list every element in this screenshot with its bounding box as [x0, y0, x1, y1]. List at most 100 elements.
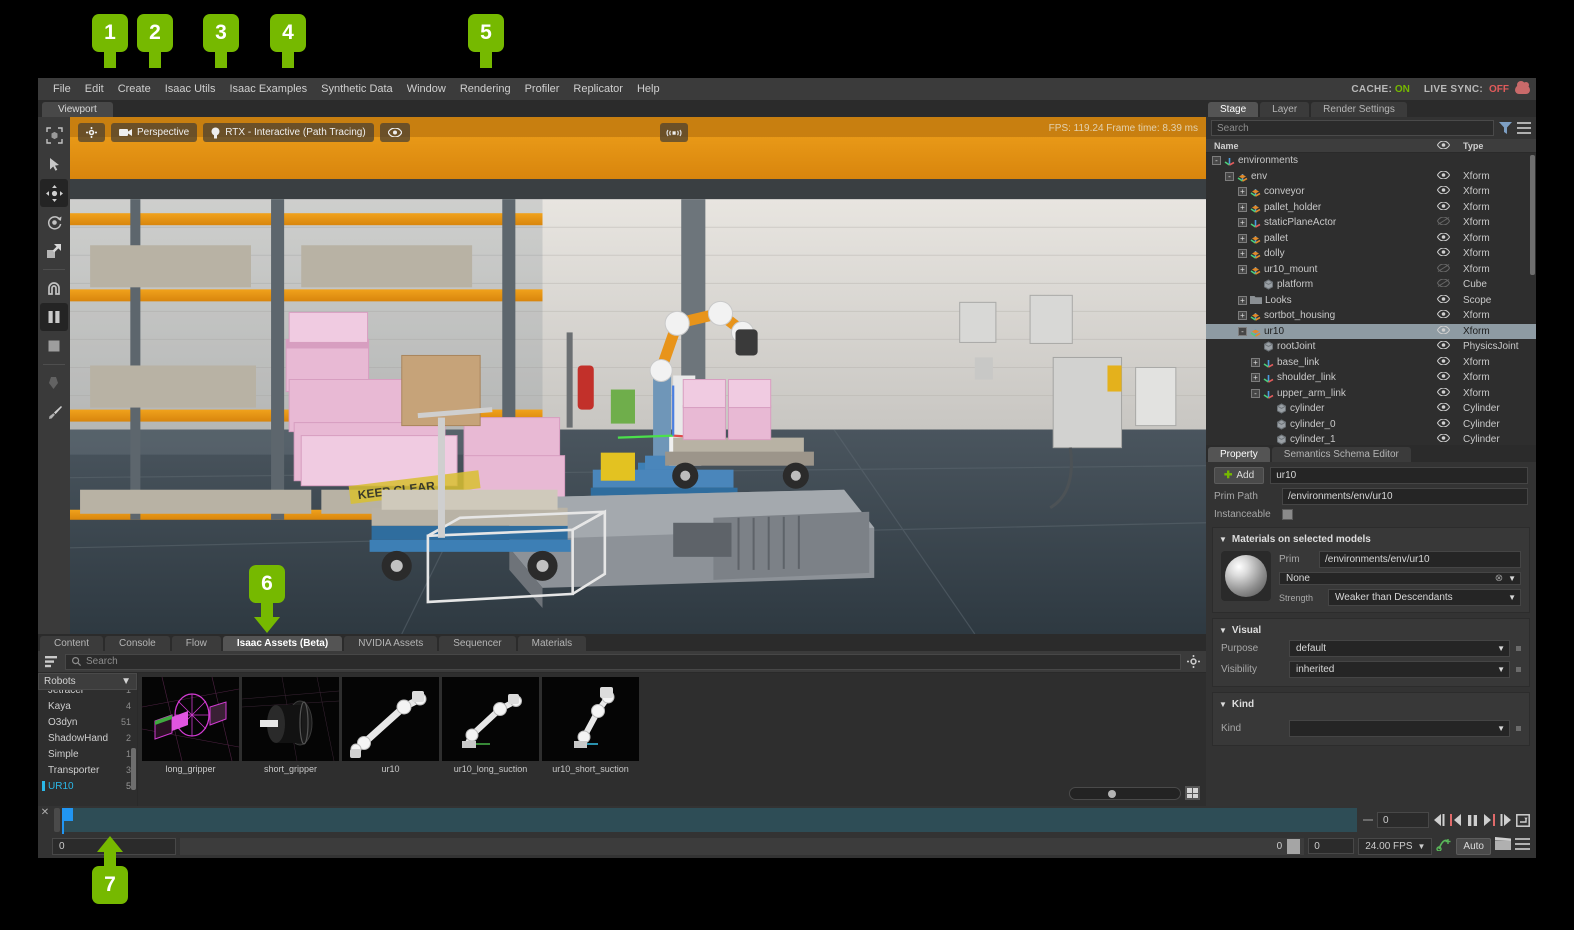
visual-section-header[interactable]: ▼ Visual [1213, 623, 1529, 638]
tree-expander-icon[interactable]: + [1251, 373, 1260, 383]
stage-tree-row-cylinder[interactable]: cylinder Cylinder [1206, 401, 1536, 417]
visibility-reset-marker[interactable] [1516, 667, 1521, 672]
tree-expander-icon[interactable]: + [1238, 233, 1247, 243]
tab-property[interactable]: Property [1208, 447, 1270, 462]
slider-knob[interactable] [1108, 789, 1116, 798]
physics-tool[interactable] [40, 369, 68, 397]
visibility-toggle-icon[interactable] [1428, 340, 1458, 352]
visibility-toggle-icon[interactable] [1428, 294, 1458, 306]
visibility-toggle-icon[interactable] [1428, 263, 1458, 275]
stage-tree-row-pallet[interactable]: + pallet Xform [1206, 231, 1536, 247]
tree-expander-icon[interactable]: - [1225, 171, 1234, 181]
timeline-close-button[interactable]: ✕ [38, 806, 52, 834]
select-box-tool[interactable] [40, 121, 68, 149]
current-frame-field[interactable]: 0 [1377, 812, 1429, 828]
category-item-transporter[interactable]: Transporter 3 [38, 762, 137, 778]
rotate-tool[interactable] [40, 208, 68, 236]
tab-semantics-schema-editor[interactable]: Semantics Schema Editor [1271, 447, 1411, 462]
visibility-toggle-icon[interactable] [1428, 201, 1458, 213]
category-item-shadowhand[interactable]: ShadowHand 2 [38, 730, 137, 746]
pause-button[interactable] [40, 303, 68, 331]
stage-tree-row-upper-arm-link[interactable]: - upper_arm_link Xform [1206, 386, 1536, 402]
visibility-select[interactable]: inherited ▼ [1289, 661, 1510, 678]
purpose-select[interactable]: default ▼ [1289, 640, 1510, 657]
menu-item-isaac-utils[interactable]: Isaac Utils [158, 78, 223, 100]
visibility-toggle-icon[interactable] [1428, 278, 1458, 290]
tab-sequencer[interactable]: Sequencer [439, 636, 516, 651]
hamburger-menu-icon[interactable] [1515, 837, 1530, 855]
tree-expander-icon[interactable]: + [1238, 218, 1247, 228]
visibility-toggle-icon[interactable] [1428, 356, 1458, 368]
category-scrollbar[interactable] [131, 748, 136, 790]
tree-scrollbar[interactable] [1530, 155, 1535, 275]
stage-tree[interactable]: - environments - env Xform + conveyor Xform + pal… [1206, 153, 1536, 445]
prim-path-field[interactable]: /environments/env/ur10 [1282, 488, 1528, 505]
category-item-jetracer[interactable]: Jetracer 1 [38, 690, 137, 698]
stage-tree-row-env[interactable]: - env Xform [1206, 169, 1536, 185]
stage-tree-row-platform[interactable]: platform Cube [1206, 277, 1536, 293]
prim-name-field[interactable]: ur10 [1270, 467, 1528, 484]
stop-button[interactable] [40, 332, 68, 360]
tab-viewport[interactable]: Viewport [42, 102, 113, 117]
clapperboard-icon[interactable] [1495, 837, 1511, 855]
visibility-toggle-icon[interactable] [1428, 309, 1458, 321]
jump-to-start-button[interactable] [1450, 814, 1463, 826]
visibility-toggle-icon[interactable] [1428, 247, 1458, 259]
viewport-audio-button[interactable] [660, 123, 688, 142]
tab-stage[interactable]: Stage [1208, 102, 1259, 117]
category-item-ur10[interactable]: UR10 5 [38, 778, 137, 794]
stage-tree-row-base-link[interactable]: + base_link Xform [1206, 355, 1536, 371]
stage-tree-row-dolly[interactable]: + dolly Xform [1206, 246, 1536, 262]
jump-to-end-button[interactable] [1482, 814, 1495, 826]
tab-nvidia-assets[interactable]: NVIDIA Assets [344, 636, 438, 651]
asset-search-input[interactable]: Search [65, 653, 1181, 670]
scale-tool[interactable] [40, 237, 68, 265]
viewport-visibility-button[interactable] [379, 123, 410, 142]
menu-item-edit[interactable]: Edit [78, 78, 111, 100]
asset-item-ur10[interactable]: ur10 [342, 677, 439, 777]
stage-tree-row-conveyor[interactable]: + conveyor Xform [1206, 184, 1536, 200]
tree-expander-icon[interactable]: - [1251, 388, 1260, 398]
menu-item-synthetic-data[interactable]: Synthetic Data [314, 78, 400, 100]
clear-icon[interactable]: ⊗ [1495, 573, 1503, 584]
camera-selector-button[interactable]: Perspective [111, 123, 198, 142]
gear-icon[interactable] [1187, 655, 1200, 668]
tab-content[interactable]: Content [40, 636, 104, 651]
viewport-settings-button[interactable] [78, 123, 105, 142]
kind-section-header[interactable]: ▼ Kind [1213, 697, 1529, 712]
timeline-track[interactable] [62, 808, 1357, 834]
filter-list-icon[interactable] [44, 655, 59, 669]
tree-expander-icon[interactable]: + [1238, 264, 1247, 274]
stage-tree-row-environments[interactable]: - environments [1206, 153, 1536, 169]
loop-button[interactable] [1516, 813, 1530, 827]
menu-item-file[interactable]: File [46, 78, 78, 100]
timeline-drag-handle[interactable] [54, 808, 60, 832]
menu-item-isaac-examples[interactable]: Isaac Examples [222, 78, 314, 100]
hamburger-menu-icon[interactable] [1517, 122, 1531, 134]
auto-key-button[interactable]: Auto [1456, 837, 1491, 855]
tree-expander-icon[interactable]: - [1212, 156, 1221, 166]
stage-tree-row-ur10[interactable]: - ur10 Xform [1206, 323, 1536, 339]
thumbnail-size-slider[interactable] [1069, 786, 1181, 800]
category-item-o3dyn[interactable]: O3dyn 51 [38, 714, 137, 730]
visibility-toggle-icon[interactable] [1428, 402, 1458, 414]
stage-tree-row-pallet-holder[interactable]: + pallet_holder Xform [1206, 200, 1536, 216]
timeline-extra-field[interactable]: 0 [1308, 838, 1355, 854]
strength-select[interactable]: Weaker than Descendants ▼ [1328, 589, 1521, 606]
tree-expander-icon[interactable]: + [1238, 249, 1247, 259]
category-item-simple[interactable]: Simple 1 [38, 746, 137, 762]
stage-tree-row-staticplaneactor[interactable]: + staticPlaneActor Xform [1206, 215, 1536, 231]
tab-isaac-assets[interactable]: Isaac Assets (Beta) [222, 636, 343, 651]
asset-item-ur10-short-suction[interactable]: ur10_short_suction [542, 677, 639, 777]
cursor-tool[interactable] [40, 150, 68, 178]
instanceable-checkbox[interactable] [1282, 509, 1293, 520]
add-button[interactable]: ✚ Add [1214, 467, 1265, 484]
tab-console[interactable]: Console [105, 636, 170, 651]
stage-tree-row-sortbot-housing[interactable]: + sortbot_housing Xform [1206, 308, 1536, 324]
kind-reset-marker[interactable] [1516, 726, 1521, 731]
visibility-toggle-icon[interactable] [1428, 232, 1458, 244]
menu-item-create[interactable]: Create [111, 78, 158, 100]
timeline-end-field[interactable]: 0 [180, 837, 1305, 855]
pause-button[interactable] [1467, 814, 1478, 826]
stage-tree-row-ur10-mount[interactable]: + ur10_mount Xform [1206, 262, 1536, 278]
